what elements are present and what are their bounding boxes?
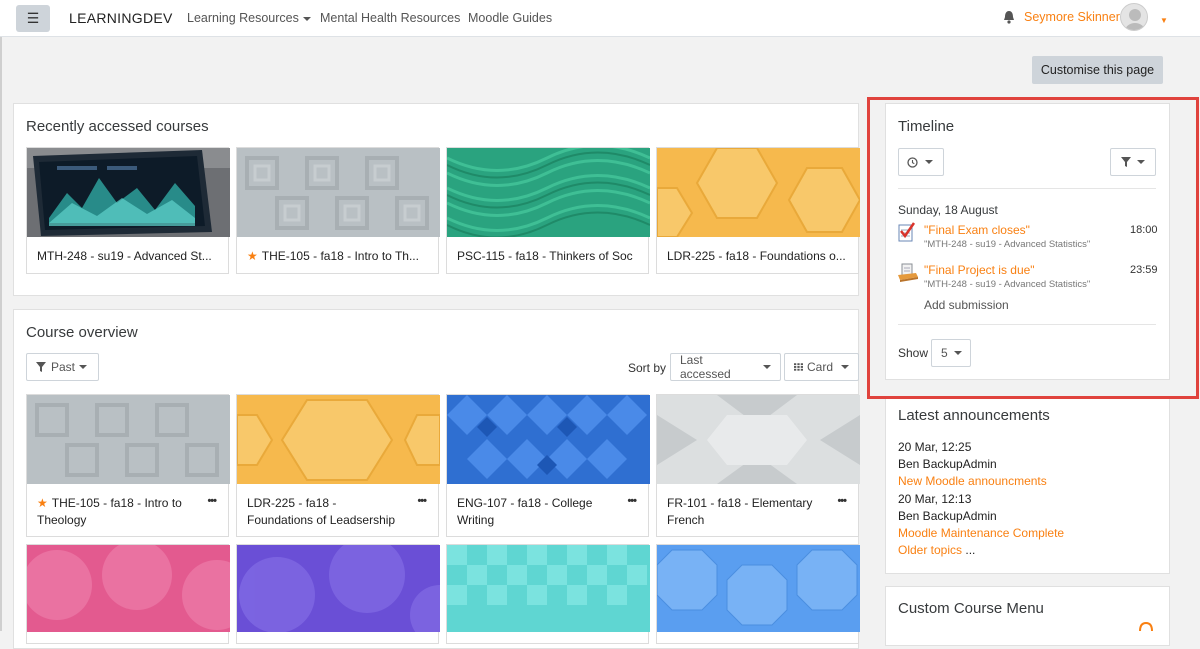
course-actions-menu-icon[interactable]: ••• [207, 495, 217, 507]
course-name: PSC-115 - fa18 - Thinkers of Soc [457, 249, 633, 263]
recent-courses-title: Recently accessed courses [26, 118, 209, 135]
customise-page-button[interactable]: Customise this page [1032, 56, 1163, 84]
view-dropdown[interactable]: Card [784, 353, 859, 381]
course-card[interactable] [446, 544, 650, 644]
course-name: ★ THE-105 - fa18 - Intro to Th... [247, 249, 419, 263]
hamburger-menu-button[interactable]: ☰ [16, 5, 50, 32]
avatar[interactable] [1120, 3, 1148, 31]
course-pattern-blue-diamonds [447, 395, 650, 484]
drawer-edge [0, 37, 2, 631]
recent-course-card[interactable]: MTH-248 - su19 - Advanced St... [26, 147, 230, 274]
course-card[interactable] [26, 544, 230, 644]
older-topics: Older topics ... [898, 543, 976, 557]
top-navbar: ☰ LEARNINGDEV Learning Resources Mental … [0, 0, 1200, 37]
course-pattern-green-waves [447, 148, 650, 237]
sort-by-label: Sort by [628, 361, 667, 375]
announcement-link[interactable]: Moodle Maintenance Complete [898, 526, 1064, 540]
edit-icon[interactable] [1138, 622, 1154, 631]
course-card[interactable]: FR-101 - fa18 - Elementary French ••• [656, 394, 860, 537]
course-actions-menu-icon[interactable]: ••• [627, 495, 637, 507]
course-pattern-teal-squares [447, 545, 650, 632]
course-name: MTH-248 - su19 - Advanced St... [37, 249, 212, 263]
custom-course-menu-block: Custom Course Menu [885, 586, 1170, 646]
nav-learning-resources[interactable]: Learning Resources [187, 11, 311, 25]
course-name: LDR-225 - fa18 - Foundations o... [667, 249, 846, 263]
user-name[interactable]: Seymore Skinner [1024, 10, 1120, 24]
course-pattern-grey-squares [237, 148, 440, 237]
course-card[interactable]: ENG-107 - fa18 - College Writing ••• [446, 394, 650, 537]
announcement-date: 20 Mar, 12:13 [898, 492, 972, 506]
highlight-box [867, 97, 1199, 399]
user-silhouette-icon [1125, 9, 1145, 30]
course-pattern-blue-octagons [657, 545, 860, 632]
course-name: ★ THE-105 - fa18 - Intro to Theology [37, 496, 182, 527]
course-overview-title: Course overview [26, 324, 138, 341]
course-image-laptop [27, 148, 230, 237]
chevron-down-icon [79, 365, 88, 369]
recent-course-card[interactable]: LDR-225 - fa18 - Foundations o... [656, 147, 860, 274]
nav-mental-health-resources[interactable]: Mental Health Resources [320, 11, 460, 25]
bell-icon[interactable] [1003, 10, 1015, 24]
chevron-down-icon [763, 365, 771, 369]
course-pattern-grey-triangles [657, 395, 860, 484]
star-icon: ★ [247, 249, 258, 263]
course-card[interactable] [656, 544, 860, 644]
course-card[interactable] [236, 544, 440, 644]
site-brand[interactable]: LEARNINGDEV [69, 10, 173, 26]
announcement-author: Ben BackupAdmin [898, 509, 997, 523]
course-actions-menu-icon[interactable]: ••• [417, 495, 427, 507]
course-pattern-purple-circles [237, 545, 440, 632]
older-topics-link[interactable]: Older topics [898, 543, 962, 557]
announcement-link[interactable]: New Moodle announcments [898, 474, 1047, 488]
announcements-title: Latest announcements [898, 407, 1050, 424]
recent-course-card[interactable]: PSC-115 - fa18 - Thinkers of Soc [446, 147, 650, 274]
recent-course-card[interactable]: ★ THE-105 - fa18 - Intro to Th... [236, 147, 440, 274]
course-pattern-grey-squares [27, 395, 230, 484]
user-menu-chevron-icon[interactable]: ▼ [1160, 16, 1168, 25]
announcement-date: 20 Mar, 12:25 [898, 440, 972, 454]
filter-icon [36, 362, 46, 372]
nav-moodle-guides[interactable]: Moodle Guides [468, 11, 552, 25]
star-icon: ★ [37, 496, 48, 510]
chevron-down-icon [841, 365, 849, 369]
course-name: FR-101 - fa18 - Elementary French [667, 496, 813, 527]
course-card[interactable]: LDR-225 - fa18 - Foundations of Leadsersh… [236, 394, 440, 537]
past-filter-dropdown[interactable]: Past [26, 353, 99, 381]
course-name: ENG-107 - fa18 - College Writing [457, 496, 593, 527]
course-pattern-yellow-hexagons [657, 148, 860, 237]
chevron-down-icon [302, 16, 311, 21]
grid-icon [794, 363, 803, 371]
hamburger-icon: ☰ [26, 10, 40, 26]
custom-course-menu-title: Custom Course Menu [898, 600, 1044, 617]
announcement-author: Ben BackupAdmin [898, 457, 997, 471]
course-pattern-yellow-hexagons [237, 395, 440, 484]
course-pattern-pink-circles [27, 545, 230, 632]
course-actions-menu-icon[interactable]: ••• [837, 495, 847, 507]
course-name: LDR-225 - fa18 - Foundations of Leadsersh… [247, 496, 396, 527]
course-card[interactable]: ★ THE-105 - fa18 - Intro to Theology ••• [26, 394, 230, 537]
sort-dropdown[interactable]: Last accessed [670, 353, 781, 381]
